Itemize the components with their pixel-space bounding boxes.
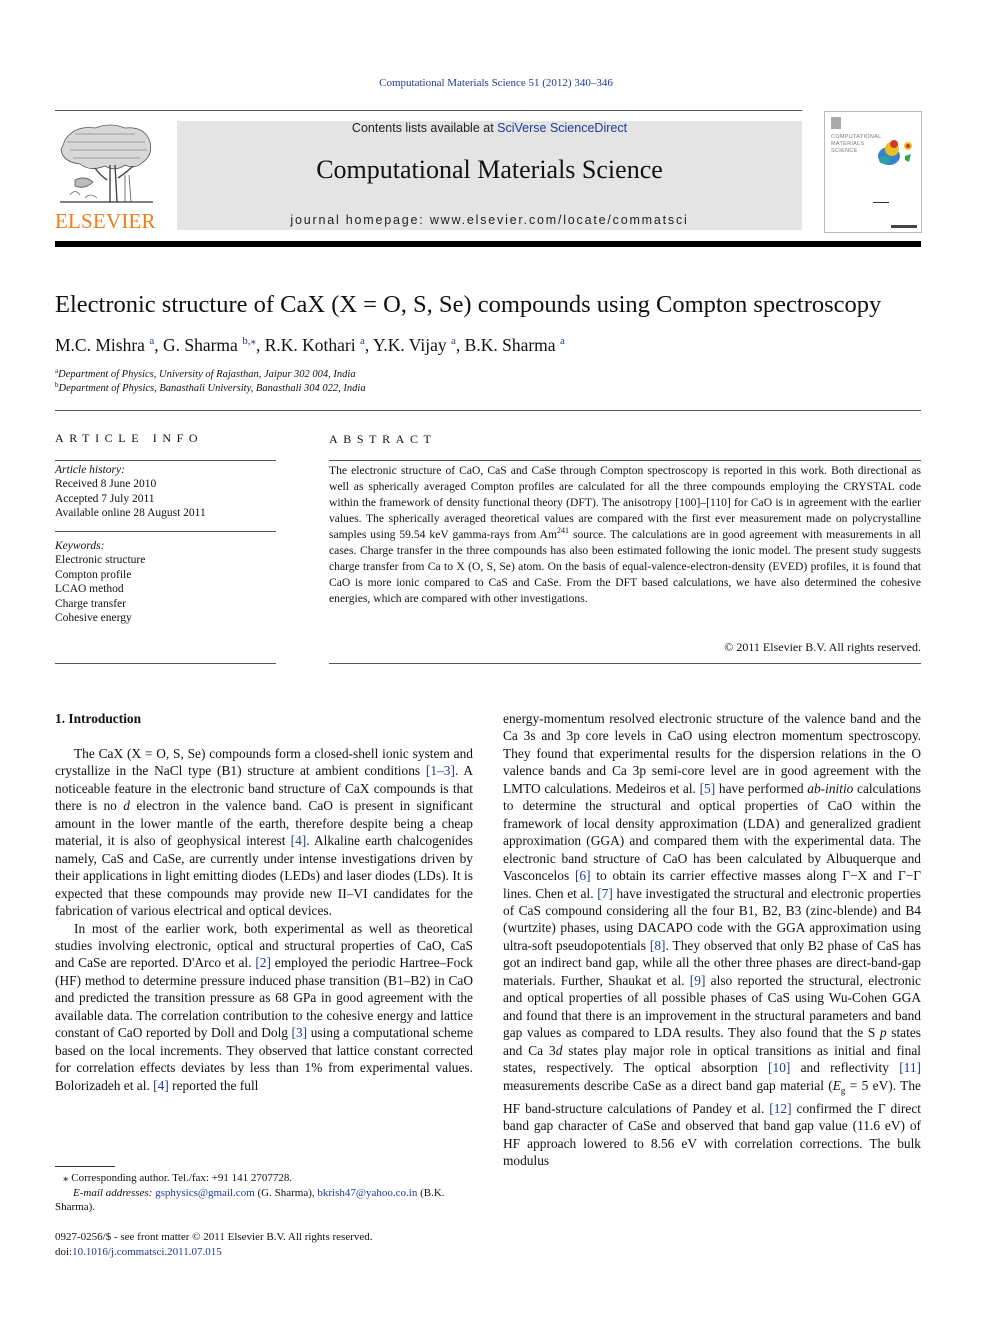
cover-graphic-icon	[878, 140, 912, 165]
doi-link[interactable]: 10.1016/j.commatsci.2011.07.015	[72, 1246, 222, 1258]
running-head[interactable]: Computational Materials Science 51 (2012…	[0, 77, 992, 89]
elsevier-wordmark: ELSEVIER	[55, 209, 156, 233]
keyword: Electronic structure	[55, 554, 146, 567]
citation-link[interactable]: [5]	[700, 781, 716, 796]
paragraph: In most of the earlier work, both experi…	[55, 920, 474, 1093]
citation-link[interactable]: [11]	[899, 1060, 921, 1075]
keyword: Cohesive energy	[55, 612, 132, 625]
author[interactable]: B.K. Sharma	[465, 335, 556, 355]
cover-logo-icon	[831, 117, 841, 129]
top-rule	[55, 110, 802, 111]
keyword: Compton profile	[55, 568, 132, 581]
footnote-rule	[55, 1166, 115, 1167]
contents-line: Contents lists available at SciVerse Sci…	[351, 121, 628, 135]
author[interactable]: Y.K. Vijay	[373, 335, 447, 355]
keyword: LCAO method	[55, 583, 124, 596]
citation-link[interactable]: [10]	[768, 1060, 790, 1075]
citation-link[interactable]: [1–3]	[426, 763, 455, 778]
email-addresses: E-mail addresses: gsphysics@gmail.com (G…	[55, 1186, 445, 1214]
journal-title: Computational Materials Science	[316, 155, 663, 184]
citation-link[interactable]: [7]	[597, 886, 613, 901]
masthead-thick-rule	[55, 241, 921, 247]
journal-homepage[interactable]: journal homepage: www.elsevier.com/locat…	[177, 213, 802, 227]
author[interactable]: M.C. Mishra	[55, 335, 145, 355]
abstract-copyright: © 2011 Elsevier B.V. All rights reserved…	[724, 640, 921, 654]
body-left-column: The CaX (X = O, S, Se) compounds form a …	[55, 745, 473, 1094]
corresponding-author-note: ⁎ Corresponding author. Tel./fax: +91 14…	[63, 1172, 293, 1184]
email-link[interactable]: bkrish47@yahoo.co.in	[317, 1187, 417, 1199]
email-link[interactable]: gsphysics@gmail.com	[155, 1187, 255, 1199]
sciencedirect-link[interactable]: SciVerse ScienceDirect	[497, 121, 627, 135]
citation-link[interactable]: [9]	[690, 973, 706, 988]
paragraph: The CaX (X = O, S, Se) compounds form a …	[55, 746, 473, 919]
citation-link[interactable]: [6]	[575, 868, 591, 883]
article-history: Article history: Received 8 June 2010 Ac…	[55, 464, 206, 520]
section-heading-introduction: 1. Introduction	[55, 711, 142, 726]
abstract-heading: ABSTRACT	[329, 432, 437, 446]
citation-link[interactable]: [4]	[153, 1078, 169, 1093]
header-divider	[55, 410, 921, 411]
citation-link[interactable]: [4]	[291, 833, 307, 848]
doi-line: doi:10.1016/j.commatsci.2011.07.015	[55, 1245, 222, 1258]
front-matter: 0927-0256/$ - see front matter © 2011 El…	[55, 1230, 475, 1259]
issn-line: 0927-0256/$ - see front matter © 2011 El…	[55, 1231, 373, 1243]
journal-cover-thumbnail: COMPUTATIONAL MATERIALS SCIENCE	[824, 111, 922, 233]
author-list: M.C. Mishra a, G. Sharma b,⁎, R.K. Kotha…	[55, 335, 565, 355]
abstract-text: The electronic structure of CaO, CaS and…	[329, 464, 921, 605]
citation-link[interactable]: [3]	[292, 1025, 308, 1040]
affiliation: bDepartment of Physics, Banasthali Unive…	[55, 381, 366, 394]
keyword: Charge transfer	[55, 597, 126, 610]
author[interactable]: G. Sharma	[163, 335, 238, 355]
citation-link[interactable]: [2]	[255, 955, 271, 970]
author[interactable]: R.K. Kothari	[265, 335, 356, 355]
article-info-heading: ARTICLE INFO	[55, 431, 204, 445]
citation-link[interactable]: [8]	[650, 938, 666, 953]
paragraph: energy-momentum resolved electronic stru…	[503, 711, 922, 1168]
article-title: Electronic structure of CaX (X = O, S, S…	[55, 291, 882, 318]
affiliation: aDepartment of Physics, University of Ra…	[55, 367, 356, 380]
footnotes: ⁎ Corresponding author. Tel./fax: +91 14…	[55, 1171, 475, 1215]
body-right-column: energy-momentum resolved electronic stru…	[503, 710, 921, 1169]
keywords: Keywords: Electronic structure Compton p…	[55, 539, 276, 625]
citation-link[interactable]: [12]	[769, 1101, 791, 1116]
